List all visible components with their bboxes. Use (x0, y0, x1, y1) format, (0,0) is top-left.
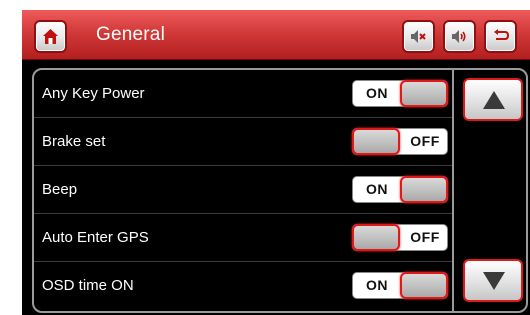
toggle-state: ON (366, 85, 388, 101)
setting-row-any-key-power: Any Key Power ON (34, 70, 452, 118)
toggle-any-key-power[interactable]: ON (352, 80, 448, 107)
toggle-knob[interactable] (400, 176, 448, 203)
toggle-osd-time-on[interactable]: ON (352, 272, 448, 299)
back-arrow-icon (494, 29, 509, 40)
home-button[interactable] (34, 20, 67, 53)
mute-button[interactable] (402, 20, 435, 53)
setting-row-osd-time-on: OSD time ON ON (34, 262, 452, 310)
setting-row-auto-enter-gps: Auto Enter GPS OFF (34, 214, 452, 262)
header-bar: General (22, 10, 530, 60)
setting-label: Any Key Power (42, 85, 145, 102)
speaker-volume-icon (452, 30, 466, 43)
toggle-knob[interactable] (352, 224, 400, 251)
settings-list: Any Key Power ON Brake set OFF Beep ON A… (34, 70, 454, 311)
triangle-down-icon (483, 272, 505, 290)
scroll-down-button[interactable] (463, 259, 523, 302)
toggle-state: OFF (410, 229, 440, 245)
settings-panel: Any Key Power ON Brake set OFF Beep ON A… (32, 68, 528, 313)
toggle-brake-set[interactable]: OFF (352, 128, 448, 155)
scroll-up-button[interactable] (463, 78, 523, 121)
home-icon (43, 29, 58, 44)
volume-button[interactable] (443, 20, 476, 53)
speaker-mute-icon (411, 30, 426, 43)
setting-row-brake-set: Brake set OFF (34, 118, 452, 166)
page-title: General (96, 24, 165, 45)
toggle-beep[interactable]: ON (352, 176, 448, 203)
setting-label: Brake set (42, 133, 106, 150)
setting-label: OSD time ON (42, 277, 134, 294)
toggle-knob[interactable] (400, 80, 448, 107)
triangle-up-icon (483, 91, 505, 109)
settings-screen: General Any Key Power ON Brake set OFF B… (22, 10, 530, 315)
toggle-state: OFF (410, 133, 440, 149)
toggle-knob[interactable] (400, 272, 448, 299)
toggle-knob[interactable] (352, 128, 400, 155)
setting-label: Auto Enter GPS (42, 229, 149, 246)
back-button[interactable] (484, 20, 517, 53)
setting-row-beep: Beep ON (34, 166, 452, 214)
setting-label: Beep (42, 181, 78, 198)
toggle-auto-enter-gps[interactable]: OFF (352, 224, 448, 251)
toggle-state: ON (366, 277, 388, 293)
toggle-state: ON (366, 181, 388, 197)
